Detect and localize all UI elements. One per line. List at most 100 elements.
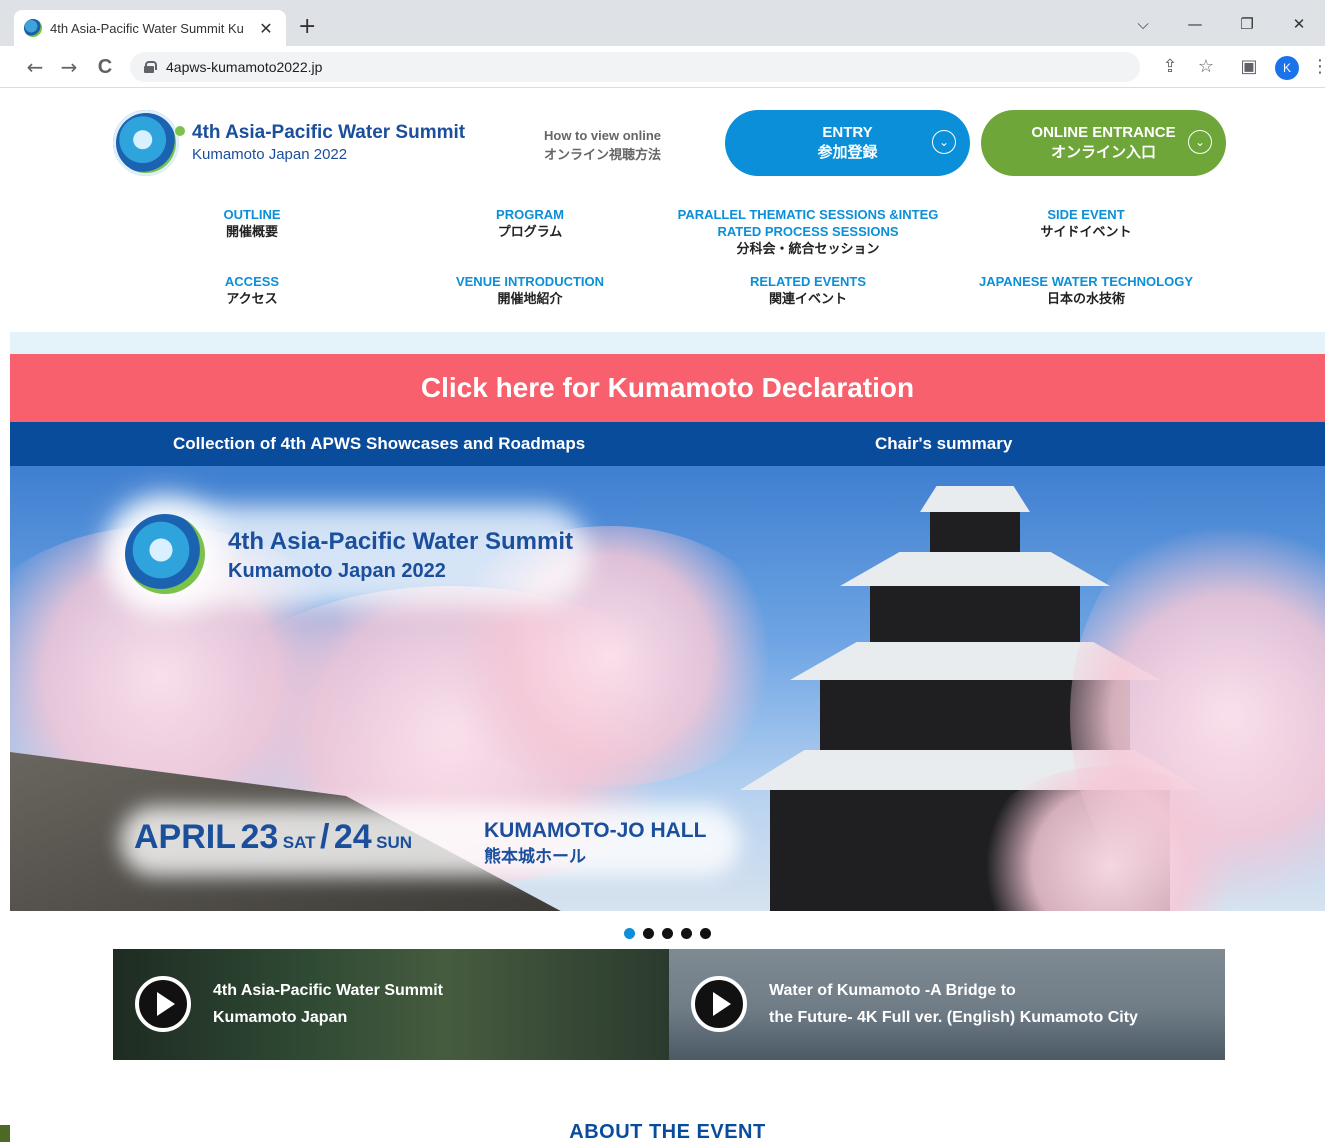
venue-en: KUMAMOTO-JO HALL <box>484 819 707 842</box>
restore-icon[interactable]: ❐ <box>1221 10 1273 38</box>
tab-title: 4th Asia-Pacific Water Summit Ku <box>50 20 244 36</box>
nav-venue-ja: 開催地紹介 <box>497 291 563 306</box>
nav-access[interactable]: ACCESS アクセス <box>112 273 392 307</box>
howto-label-en: How to view online <box>544 128 662 143</box>
video-title-line2: Kumamoto Japan <box>213 1009 348 1026</box>
url-text[interactable]: 4apws-kumamoto2022.jp <box>166 59 322 75</box>
nav-program-ja: プログラム <box>497 224 563 239</box>
date-dow2: SUN <box>376 833 413 852</box>
nav-side-event[interactable]: SIDE EVENT サイドイベント <box>946 206 1226 240</box>
hero-subtitle: Kumamoto Japan 2022 <box>228 560 446 582</box>
slider-dot[interactable] <box>700 928 711 939</box>
kumamoto-declaration-banner[interactable]: Click here for Kumamoto Declaration <box>10 354 1325 422</box>
browser-tab-strip: 4th Asia-Pacific Water Summit Ku ✕ + ⌵ —… <box>0 0 1325 46</box>
nav-related-events[interactable]: RELATED EVENTS 関連イベント <box>668 273 948 307</box>
reload-icon[interactable]: C <box>92 54 118 80</box>
nav-outline-ja: 開催概要 <box>225 224 278 239</box>
nav-parallel-sessions[interactable]: PARALLEL THEMATIC SESSIONS &INTEG RATED … <box>668 206 948 257</box>
nav-outline-en: OUTLINE <box>223 207 281 222</box>
nav-access-ja: アクセス <box>226 291 278 306</box>
video-card[interactable]: Water of Kumamoto -A Bridge to the Futur… <box>669 949 1225 1060</box>
slider-dot[interactable] <box>643 928 654 939</box>
chevron-down-icon: ⌄ <box>1188 130 1212 154</box>
chevron-down-icon: ⌄ <box>932 130 956 154</box>
share-icon[interactable]: ⇪ <box>1158 55 1182 79</box>
nav-side-en: SIDE EVENT <box>1047 207 1125 222</box>
window-controls: ⌵ — ❐ ✕ <box>1117 10 1325 38</box>
web-page: 4th Asia-Pacific Water Summit Kumamoto J… <box>10 88 1325 1142</box>
browser-toolbar: ← → C 4apws-kumamoto2022.jp ⇪ ☆ ▣ K ⋮ <box>0 46 1325 88</box>
new-tab-button[interactable]: + <box>298 14 316 40</box>
slider-pagination <box>10 924 1325 943</box>
nav-parallel-en-line2: RATED PROCESS SESSIONS <box>717 224 899 239</box>
back-arrow-icon[interactable]: ← <box>22 54 48 80</box>
date-slash: / <box>319 818 330 856</box>
showcases-roadmaps-link[interactable]: Collection of 4th APWS Showcases and Roa… <box>173 422 585 466</box>
hero-title: 4th Asia-Pacific Water Summit <box>228 528 573 555</box>
nav-parallel-en-line1: PARALLEL THEMATIC SESSIONS &INTEG <box>677 207 939 222</box>
video-card[interactable]: 4th Asia-Pacific Water Summit Kumamoto J… <box>113 949 669 1060</box>
play-icon[interactable] <box>691 976 747 1032</box>
window-close-icon[interactable]: ✕ <box>1273 10 1325 38</box>
browser-menu-icon[interactable]: ⋮ <box>1308 55 1325 79</box>
play-icon[interactable] <box>135 976 191 1032</box>
nav-related-ja: 関連イベント <box>768 291 847 306</box>
site-logo-subtitle[interactable]: Kumamoto Japan 2022 <box>192 146 347 163</box>
address-bar[interactable]: 4apws-kumamoto2022.jp <box>130 52 1140 82</box>
site-favicon-icon <box>24 19 42 37</box>
date-day2: 24 <box>333 818 372 856</box>
nav-tech-ja: 日本の水技術 <box>1046 291 1125 306</box>
nav-parallel-ja: 分科会・統合セッション <box>736 241 880 256</box>
nav-outline[interactable]: OUTLINE 開催概要 <box>112 206 392 240</box>
online-label-en: ONLINE ENTRANCE <box>1031 124 1176 141</box>
date-month: APRIL <box>134 818 236 856</box>
lock-icon[interactable] <box>144 61 157 73</box>
video-title-line1: Water of Kumamoto -A Bridge to <box>769 982 1016 999</box>
date-day1: 23 <box>240 818 279 856</box>
nav-venue-en: VENUE INTRODUCTION <box>455 274 605 289</box>
header-divider-band <box>10 332 1325 354</box>
nav-venue-introduction[interactable]: VENUE INTRODUCTION 開催地紹介 <box>390 273 670 307</box>
side-panel-icon[interactable]: ▣ <box>1237 55 1261 79</box>
tab-search-dropdown-icon[interactable]: ⌵ <box>1117 10 1169 38</box>
video-title-line1: 4th Asia-Pacific Water Summit <box>213 982 443 999</box>
slider-dot[interactable] <box>681 928 692 939</box>
nav-related-en: RELATED EVENTS <box>749 274 867 289</box>
nav-program[interactable]: PROGRAM プログラム <box>390 206 670 240</box>
profile-avatar[interactable]: K <box>1275 56 1299 80</box>
video-title: 4th Asia-Pacific Water Summit Kumamoto J… <box>213 977 633 1031</box>
nav-tech-en: JAPANESE WATER TECHNOLOGY <box>978 274 1194 289</box>
bookmark-star-icon[interactable]: ☆ <box>1194 55 1218 79</box>
tab-close-icon[interactable]: ✕ <box>256 19 276 38</box>
online-entrance-button[interactable]: ONLINE ENTRANCE オンライン入口 ⌄ <box>981 110 1226 176</box>
chairs-summary-link[interactable]: Chair's summary <box>875 422 1012 466</box>
date-dow1: SAT <box>282 833 316 852</box>
how-to-view-online-link[interactable]: How to view online オンライン視聴方法 <box>544 126 661 164</box>
entry-label-ja: 参加登録 <box>817 144 878 161</box>
summit-logo-icon <box>125 514 205 594</box>
site-logo-title[interactable]: 4th Asia-Pacific Water Summit <box>192 122 465 144</box>
nav-side-ja: サイドイベント <box>1040 224 1132 239</box>
nav-access-en: ACCESS <box>224 274 280 289</box>
video-title: Water of Kumamoto -A Bridge to the Futur… <box>769 977 1189 1031</box>
venue-ja: 熊本城ホール <box>484 847 586 866</box>
entry-label-en: ENTRY <box>822 124 873 141</box>
video-list: 4th Asia-Pacific Water Summit Kumamoto J… <box>113 949 1225 1060</box>
hero-venue: KUMAMOTO-JO HALL 熊本城ホール <box>484 818 706 869</box>
hero-event-date: APRIL 23 SAT / 24 SUN <box>134 818 412 857</box>
slider-dot[interactable] <box>662 928 673 939</box>
forward-arrow-icon[interactable]: → <box>56 54 82 80</box>
sub-links-bar: Collection of 4th APWS Showcases and Roa… <box>10 422 1325 466</box>
browser-tab-active[interactable]: 4th Asia-Pacific Water Summit Ku ✕ <box>14 10 286 46</box>
page-edge-decoration <box>0 1125 10 1142</box>
about-event-heading: ABOUT THE EVENT <box>569 1121 766 1142</box>
howto-label-ja: オンライン視聴方法 <box>544 147 662 162</box>
entry-button[interactable]: ENTRY 参加登録 ⌄ <box>725 110 970 176</box>
nav-program-en: PROGRAM <box>496 207 564 222</box>
minimize-icon[interactable]: — <box>1169 10 1221 38</box>
slider-dot[interactable] <box>624 928 635 939</box>
nav-japanese-water-technology[interactable]: JAPANESE WATER TECHNOLOGY 日本の水技術 <box>946 273 1226 307</box>
hero-slider[interactable]: 4th Asia-Pacific Water Summit Kumamoto J… <box>10 466 1325 911</box>
summit-logo-icon[interactable] <box>113 110 185 176</box>
online-label-ja: オンライン入口 <box>1050 144 1156 161</box>
